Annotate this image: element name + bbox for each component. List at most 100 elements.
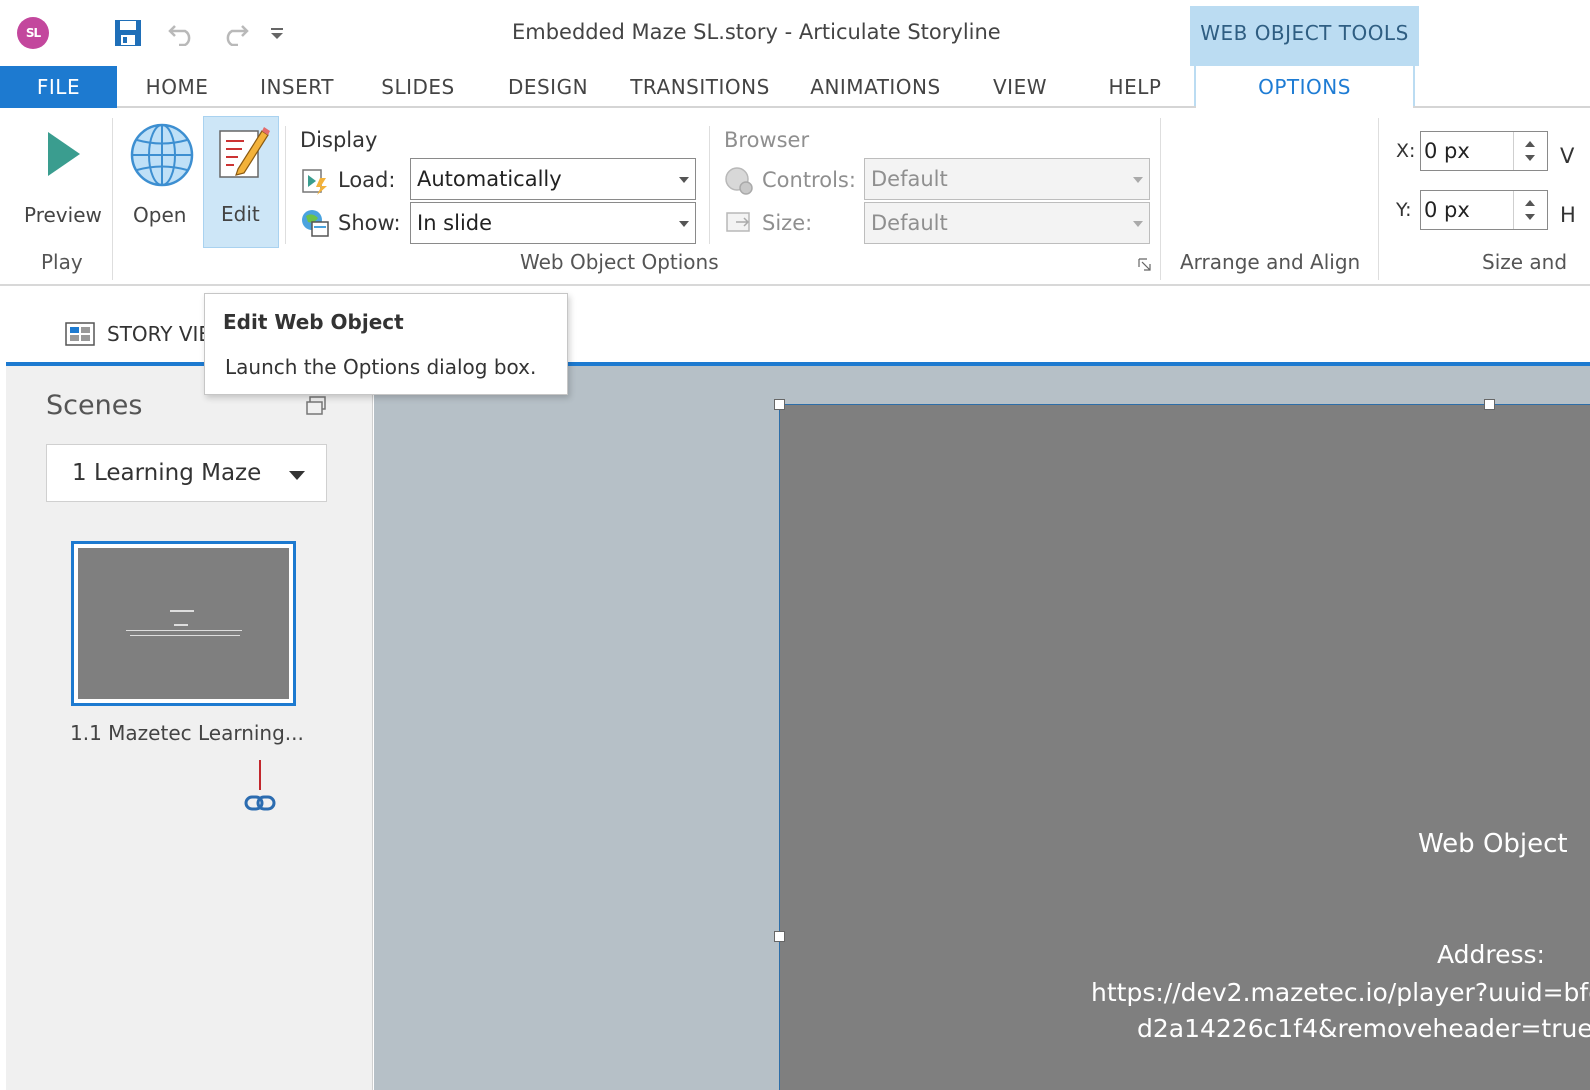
- undo-icon[interactable]: [167, 20, 197, 46]
- y-label: Y:: [1396, 199, 1412, 221]
- tooltip-title: Edit Web Object: [223, 310, 404, 334]
- thumb-text-line: [130, 635, 240, 636]
- spin-down-icon: [1525, 214, 1535, 220]
- thumb-text-line: [126, 630, 242, 631]
- dialog-launcher-icon[interactable]: [1138, 258, 1152, 272]
- save-icon[interactable]: [113, 18, 143, 48]
- y-position-input[interactable]: 0 px: [1420, 190, 1548, 230]
- link-icon[interactable]: [244, 793, 276, 813]
- y-value: 0 px: [1424, 198, 1470, 222]
- resize-handle[interactable]: [774, 399, 785, 410]
- chevron-down-icon: [679, 177, 689, 183]
- height-label-partial: H: [1560, 203, 1576, 227]
- load-label: Load:: [338, 168, 396, 192]
- browser-section-label: Browser: [724, 128, 810, 152]
- tab-insert[interactable]: INSERT: [247, 66, 347, 108]
- controls-dropdown[interactable]: Default: [864, 158, 1150, 200]
- load-value: Automatically: [417, 167, 562, 191]
- story-view-icon[interactable]: [65, 322, 95, 346]
- restore-panel-icon[interactable]: [305, 395, 327, 417]
- tab-slides[interactable]: SLIDES: [368, 66, 468, 108]
- edit-button[interactable]: Edit: [203, 116, 279, 248]
- slide-thumbnail[interactable]: [71, 541, 296, 706]
- load-dropdown[interactable]: Automatically: [410, 158, 696, 200]
- preview-label: Preview: [24, 203, 102, 227]
- size-label: Size:: [762, 211, 813, 235]
- chevron-down-icon: [679, 221, 689, 227]
- show-dropdown[interactable]: In slide: [410, 202, 696, 244]
- spin-down-icon: [1525, 155, 1535, 161]
- web-object-title: Web Object: [1418, 829, 1568, 859]
- resize-handle[interactable]: [1484, 399, 1495, 410]
- logo-text: SL: [25, 26, 41, 40]
- web-object-url-line-2: d2a14226c1f4&removeheader=true: [1137, 1014, 1590, 1043]
- group-separator: [1378, 118, 1379, 280]
- slide-label[interactable]: 1.1 Mazetec Learning...: [70, 721, 304, 745]
- controls-value: Default: [871, 167, 948, 191]
- tab-options[interactable]: OPTIONS: [1194, 66, 1415, 108]
- group-separator: [112, 118, 113, 280]
- controls-icon: [725, 167, 753, 195]
- edit-pencil-icon: [219, 127, 270, 178]
- play-icon: [48, 132, 80, 176]
- web-object-url-line-1: https://dev2.mazetec.io/player?uuid=bfe: [1091, 978, 1590, 1007]
- tab-transitions[interactable]: TRANSITIONS: [625, 66, 775, 108]
- edit-label: Edit: [221, 202, 260, 226]
- scene-dropdown-value: 1 Learning Maze: [72, 460, 262, 486]
- web-object-tools-header: WEB OBJECT TOOLS: [1190, 6, 1419, 66]
- size-dropdown[interactable]: Default: [864, 202, 1150, 244]
- redo-icon[interactable]: [220, 20, 250, 46]
- size-icon: [726, 212, 750, 232]
- open-label: Open: [133, 203, 187, 227]
- y-spinner[interactable]: [1513, 191, 1547, 229]
- tooltip-description: Launch the Options dialog box.: [225, 355, 537, 379]
- title-bar: SL Embedded Maze SL.story - Articulate S…: [0, 0, 1590, 66]
- web-object-options-group-label: Web Object Options: [520, 250, 719, 274]
- chevron-down-icon: [1133, 221, 1143, 227]
- spin-up-icon: [1525, 200, 1535, 206]
- load-icon: [302, 169, 327, 195]
- group-separator: [285, 126, 286, 244]
- arrange-align-group-label[interactable]: Arrange and Align: [1180, 250, 1360, 274]
- size-value: Default: [871, 211, 948, 235]
- trigger-connector: [259, 760, 261, 790]
- caret-down-icon: [289, 471, 305, 480]
- window-title: Embedded Maze SL.story - Articulate Stor…: [512, 20, 1001, 44]
- resize-handle[interactable]: [774, 931, 785, 942]
- controls-label: Controls:: [762, 168, 856, 192]
- preview-button[interactable]: Preview: [14, 118, 110, 238]
- customize-toolbar-icon[interactable]: [268, 27, 286, 41]
- x-position-input[interactable]: 0 px: [1420, 131, 1548, 171]
- thumb-text-line: [174, 624, 188, 626]
- scene-dropdown[interactable]: 1 Learning Maze: [46, 444, 327, 502]
- tab-help[interactable]: HELP: [1095, 66, 1175, 108]
- show-value: In slide: [417, 211, 493, 235]
- x-spinner[interactable]: [1513, 132, 1547, 170]
- display-section-label: Display: [300, 128, 378, 152]
- thumb-text-line: [170, 610, 194, 612]
- width-label-partial: V: [1560, 144, 1575, 168]
- chevron-down-icon: [1133, 177, 1143, 183]
- open-button[interactable]: Open: [122, 118, 200, 238]
- slide-thumbnail-preview: [78, 548, 289, 699]
- scenes-title: Scenes: [46, 390, 143, 421]
- show-icon: [302, 210, 329, 237]
- tab-view[interactable]: VIEW: [980, 66, 1060, 108]
- play-group-label: Play: [41, 250, 83, 274]
- x-label: X:: [1396, 140, 1416, 162]
- tab-animations[interactable]: ANIMATIONS: [803, 66, 948, 108]
- tab-file[interactable]: FILE: [0, 66, 117, 108]
- size-position-group-label: Size and: [1482, 250, 1568, 274]
- spin-up-icon: [1525, 141, 1535, 147]
- web-object-tools-label: WEB OBJECT TOOLS: [1200, 21, 1409, 45]
- tab-home[interactable]: HOME: [127, 66, 227, 108]
- tab-design[interactable]: DESIGN: [493, 66, 603, 108]
- group-separator: [709, 126, 710, 244]
- show-label: Show:: [338, 211, 401, 235]
- ribbon: Preview Play Open Edit Display Load: Aut…: [0, 108, 1590, 286]
- group-separator: [1160, 118, 1161, 280]
- storyline-logo: SL: [17, 17, 49, 49]
- web-object-address-label: Address:: [1437, 940, 1545, 969]
- edit-web-object-tooltip: Edit Web Object Launch the Options dialo…: [204, 293, 568, 395]
- story-view-tab[interactable]: STORY VIE: [107, 322, 211, 346]
